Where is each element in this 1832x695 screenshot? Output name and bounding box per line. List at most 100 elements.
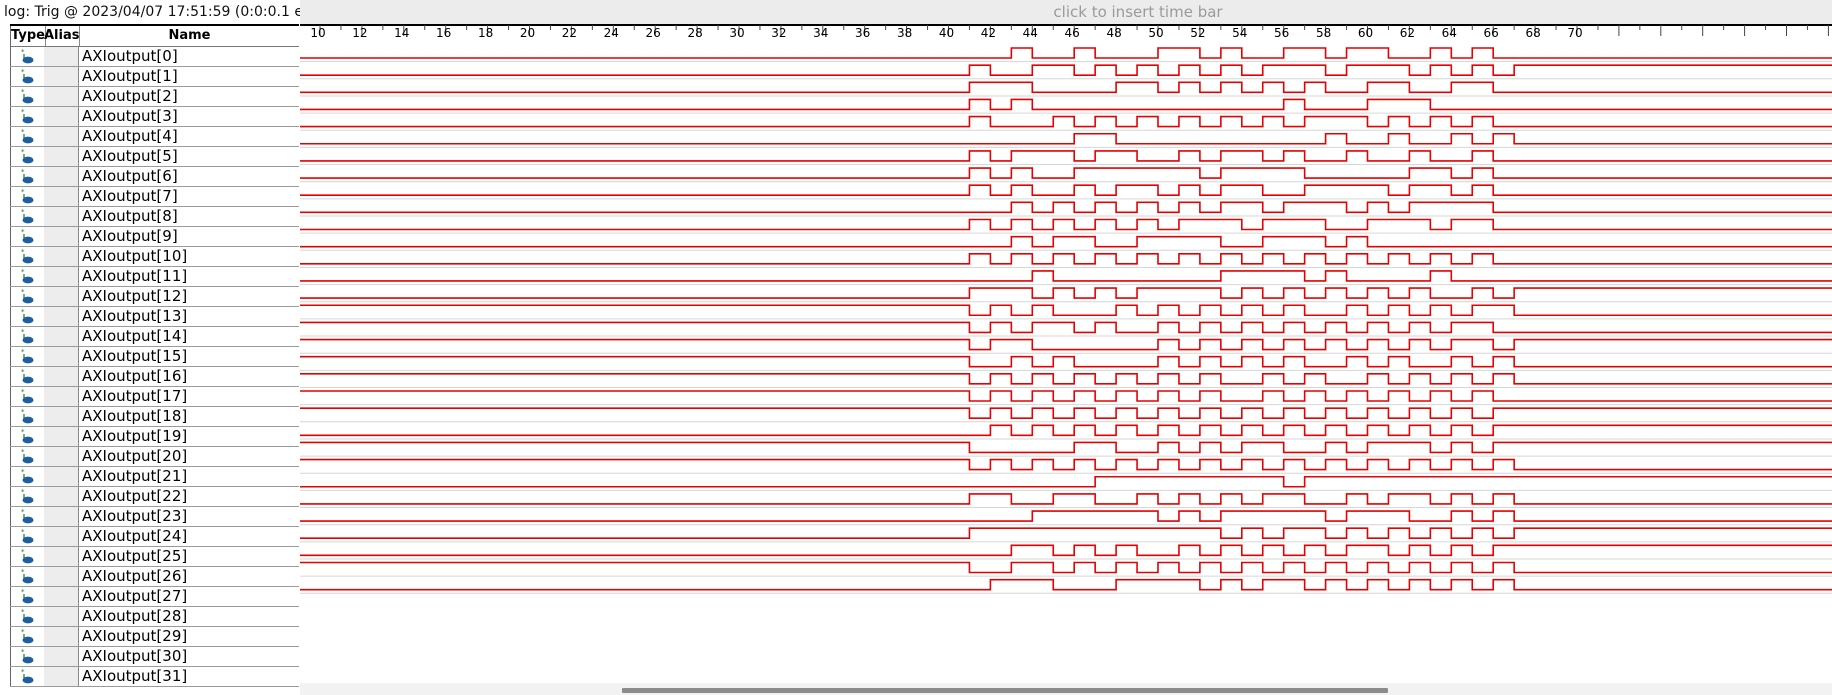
- signal-alias-cell[interactable]: [44, 107, 79, 126]
- signal-row[interactable]: * AXIoutput[20]: [10, 447, 299, 467]
- signal-row[interactable]: * AXIoutput[30]: [10, 647, 299, 667]
- signal-trace[interactable]: [300, 81, 1832, 94]
- signal-type-cell[interactable]: *: [10, 247, 45, 266]
- signal-trace[interactable]: [300, 424, 1832, 437]
- signal-type-cell[interactable]: *: [10, 547, 45, 566]
- signal-type-cell[interactable]: *: [10, 327, 45, 346]
- signal-name-cell[interactable]: AXIoutput[0]: [80, 47, 299, 66]
- signal-row[interactable]: * AXIoutput[26]: [10, 567, 299, 587]
- signal-name-cell[interactable]: AXIoutput[23]: [80, 507, 299, 526]
- signal-name-cell[interactable]: AXIoutput[19]: [80, 427, 299, 446]
- signal-row[interactable]: * AXIoutput[5]: [10, 147, 299, 167]
- signal-type-cell[interactable]: *: [10, 527, 45, 546]
- signal-alias-cell[interactable]: [44, 127, 79, 146]
- signal-row[interactable]: * AXIoutput[8]: [10, 207, 299, 227]
- signal-trace[interactable]: [300, 287, 1832, 299]
- signal-row[interactable]: * AXIoutput[24]: [10, 527, 299, 547]
- signal-name-cell[interactable]: AXIoutput[6]: [80, 167, 299, 186]
- waveform-canvas[interactable]: 10 12 14 16 18 20 22 24 26 28 30 32 34 36 38 40 42 44 46 48…: [300, 24, 1832, 683]
- signal-type-cell[interactable]: *: [10, 487, 45, 506]
- column-header-name[interactable]: Name: [80, 26, 299, 46]
- signal-type-cell[interactable]: *: [10, 187, 45, 206]
- signal-type-cell[interactable]: *: [10, 127, 45, 146]
- signal-alias-cell[interactable]: [44, 587, 79, 606]
- signal-alias-cell[interactable]: [44, 187, 79, 206]
- signal-trace[interactable]: [300, 321, 1832, 334]
- signal-type-cell[interactable]: *: [10, 47, 45, 66]
- insert-time-bar-hint[interactable]: click to insert time bar: [300, 0, 1832, 24]
- signal-name-cell[interactable]: AXIoutput[27]: [80, 587, 299, 606]
- signal-alias-cell[interactable]: [44, 547, 79, 566]
- signal-trace[interactable]: [300, 355, 1832, 368]
- signal-type-cell[interactable]: *: [10, 647, 45, 666]
- signal-alias-cell[interactable]: [44, 47, 79, 66]
- signal-trace[interactable]: [300, 98, 1832, 111]
- signal-type-cell[interactable]: *: [10, 67, 45, 86]
- signal-trace[interactable]: [300, 304, 1832, 317]
- signal-row[interactable]: * AXIoutput[15]: [10, 347, 299, 367]
- signal-type-cell[interactable]: *: [10, 207, 45, 226]
- signal-name-cell[interactable]: AXIoutput[17]: [80, 387, 299, 406]
- signal-name-cell[interactable]: AXIoutput[9]: [80, 227, 299, 246]
- signal-name-cell[interactable]: AXIoutput[25]: [80, 547, 299, 566]
- signal-name-cell[interactable]: AXIoutput[14]: [80, 327, 299, 346]
- signal-name-cell[interactable]: AXIoutput[4]: [80, 127, 299, 146]
- signal-type-cell[interactable]: *: [10, 167, 45, 186]
- signal-trace[interactable]: [300, 184, 1832, 196]
- signal-type-cell[interactable]: *: [10, 407, 45, 426]
- signal-alias-cell[interactable]: [44, 447, 79, 466]
- signal-name-cell[interactable]: AXIoutput[30]: [80, 647, 299, 666]
- horizontal-scrollbar[interactable]: [300, 683, 1832, 695]
- signal-alias-cell[interactable]: [44, 507, 79, 526]
- signal-name-cell[interactable]: AXIoutput[15]: [80, 347, 299, 366]
- signal-alias-cell[interactable]: [44, 667, 79, 686]
- signal-type-cell[interactable]: *: [10, 447, 45, 466]
- signal-type-cell[interactable]: *: [10, 87, 45, 106]
- signal-name-cell[interactable]: AXIoutput[1]: [80, 67, 299, 86]
- signal-row[interactable]: * AXIoutput[31]: [10, 667, 299, 687]
- signal-alias-cell[interactable]: [44, 567, 79, 586]
- signal-row[interactable]: * AXIoutput[18]: [10, 407, 299, 427]
- signal-name-cell[interactable]: AXIoutput[2]: [80, 87, 299, 106]
- signal-type-cell[interactable]: *: [10, 607, 45, 626]
- signal-type-cell[interactable]: *: [10, 567, 45, 586]
- signal-name-cell[interactable]: AXIoutput[3]: [80, 107, 299, 126]
- signal-trace[interactable]: [300, 390, 1832, 402]
- signal-row[interactable]: * AXIoutput[9]: [10, 227, 299, 247]
- signal-name-cell[interactable]: AXIoutput[22]: [80, 487, 299, 506]
- column-header-alias[interactable]: Alias: [44, 26, 80, 46]
- signal-name-cell[interactable]: AXIoutput[24]: [80, 527, 299, 546]
- signal-row[interactable]: * AXIoutput[3]: [10, 107, 299, 127]
- signal-name-cell[interactable]: AXIoutput[5]: [80, 147, 299, 166]
- signal-trace[interactable]: [300, 578, 1832, 591]
- signal-trace[interactable]: [300, 235, 1832, 248]
- signal-name-cell[interactable]: AXIoutput[11]: [80, 267, 299, 286]
- signal-row[interactable]: * AXIoutput[0]: [10, 47, 299, 67]
- signal-type-cell[interactable]: *: [10, 227, 45, 246]
- signal-name-cell[interactable]: AXIoutput[20]: [80, 447, 299, 466]
- signal-trace[interactable]: [300, 475, 1832, 488]
- signal-alias-cell[interactable]: [44, 367, 79, 386]
- signal-alias-cell[interactable]: [44, 487, 79, 506]
- signal-type-cell[interactable]: *: [10, 387, 45, 406]
- signal-alias-cell[interactable]: [44, 387, 79, 406]
- signal-row[interactable]: * AXIoutput[29]: [10, 627, 299, 647]
- column-header-type[interactable]: Type: [10, 26, 46, 46]
- signal-name-cell[interactable]: AXIoutput[29]: [80, 627, 299, 646]
- signal-row[interactable]: * AXIoutput[28]: [10, 607, 299, 627]
- signal-alias-cell[interactable]: [44, 347, 79, 366]
- signal-alias-cell[interactable]: [44, 287, 79, 306]
- signal-row[interactable]: * AXIoutput[7]: [10, 187, 299, 207]
- signal-trace[interactable]: [300, 132, 1832, 145]
- signal-alias-cell[interactable]: [44, 607, 79, 626]
- signal-type-cell[interactable]: *: [10, 467, 45, 486]
- signal-row[interactable]: * AXIoutput[22]: [10, 487, 299, 507]
- signal-type-cell[interactable]: *: [10, 287, 45, 306]
- signal-name-cell[interactable]: AXIoutput[13]: [80, 307, 299, 326]
- signal-name-cell[interactable]: AXIoutput[12]: [80, 287, 299, 306]
- signal-trace[interactable]: [300, 167, 1832, 179]
- signal-type-cell[interactable]: *: [10, 667, 45, 686]
- signal-alias-cell[interactable]: [44, 647, 79, 666]
- signal-alias-cell[interactable]: [44, 207, 79, 226]
- signal-row[interactable]: * AXIoutput[13]: [10, 307, 299, 327]
